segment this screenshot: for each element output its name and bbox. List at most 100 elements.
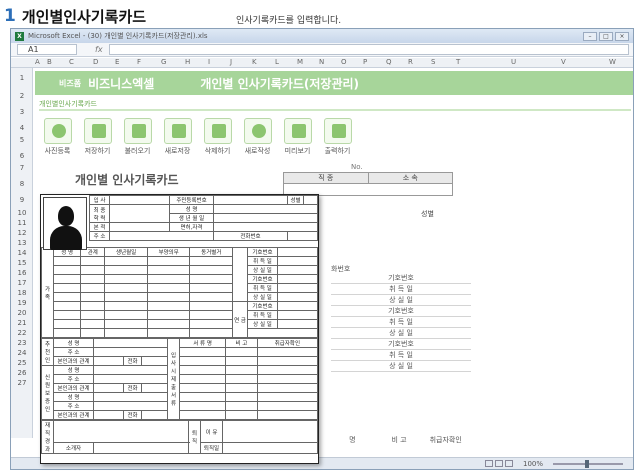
card-input-cell[interactable] xyxy=(93,356,124,366)
card-input-cell[interactable] xyxy=(93,392,168,402)
column-header-n[interactable]: N xyxy=(319,58,324,66)
column-header-p[interactable]: P xyxy=(363,58,367,66)
card-input-cell[interactable] xyxy=(141,383,168,393)
card-input-cell[interactable] xyxy=(104,283,148,293)
zoom-slider[interactable] xyxy=(553,460,623,468)
card-input-cell[interactable] xyxy=(141,356,168,366)
column-header-j[interactable]: J xyxy=(230,58,232,66)
card-input-cell[interactable] xyxy=(80,283,106,293)
column-header-v[interactable]: V xyxy=(561,58,566,66)
card-input-cell[interactable] xyxy=(104,328,148,338)
card-input-cell[interactable] xyxy=(52,301,82,311)
card-input-cell[interactable] xyxy=(277,310,318,320)
column-header-o[interactable]: O xyxy=(341,58,347,66)
card-input-cell[interactable] xyxy=(178,383,227,393)
column-header-e[interactable]: E xyxy=(115,58,119,66)
row-header-4[interactable]: 4 xyxy=(11,124,33,132)
row-header-7[interactable]: 7 xyxy=(11,164,33,172)
card-input-cell[interactable] xyxy=(104,256,148,266)
card-input-cell[interactable] xyxy=(189,265,234,275)
input-hire[interactable] xyxy=(109,195,170,205)
row-header-12[interactable]: 12 xyxy=(11,229,33,237)
card-input-cell[interactable] xyxy=(80,328,106,338)
card-input-cell[interactable] xyxy=(225,392,258,402)
row-header-21[interactable]: 21 xyxy=(11,319,33,327)
card-input-cell[interactable] xyxy=(189,328,234,338)
card-input-cell[interactable] xyxy=(225,347,258,357)
card-input-cell[interactable] xyxy=(225,401,258,411)
column-header-h[interactable]: H xyxy=(185,58,190,66)
card-input-cell[interactable] xyxy=(52,256,82,266)
card-input-cell[interactable] xyxy=(277,265,318,275)
row-header-18[interactable]: 18 xyxy=(11,289,33,297)
column-header-m[interactable]: M xyxy=(297,58,303,66)
card-input-cell[interactable] xyxy=(189,256,234,266)
card-input-cell[interactable] xyxy=(222,420,318,443)
card-input-cell[interactable] xyxy=(256,410,318,420)
card-input-cell[interactable] xyxy=(189,292,234,302)
card-input-cell[interactable] xyxy=(52,283,82,293)
card-input-cell[interactable] xyxy=(80,265,106,275)
input-origin[interactable] xyxy=(109,222,170,232)
toolbar-button-4[interactable]: 새로저장 xyxy=(159,118,196,160)
input-phone[interactable] xyxy=(287,231,318,241)
card-input-cell[interactable] xyxy=(93,383,124,393)
card-input-cell[interactable] xyxy=(104,265,148,275)
card-input-cell[interactable] xyxy=(93,442,189,454)
input-education[interactable] xyxy=(109,204,170,223)
card-input-cell[interactable] xyxy=(80,310,106,320)
column-header-s[interactable]: S xyxy=(431,58,435,66)
card-input-cell[interactable] xyxy=(146,292,191,302)
card-input-cell[interactable] xyxy=(80,319,106,329)
row-header-5[interactable]: 5 xyxy=(11,136,33,144)
input-name[interactable] xyxy=(213,204,318,214)
row-header-8[interactable]: 8 xyxy=(11,180,33,188)
row-header-23[interactable]: 23 xyxy=(11,339,33,347)
name-box[interactable]: A1 xyxy=(17,44,77,55)
row-header-11[interactable]: 11 xyxy=(11,219,33,227)
column-header-b[interactable]: B xyxy=(47,58,52,66)
column-header-c[interactable]: C xyxy=(69,58,74,66)
card-input-cell[interactable] xyxy=(104,301,148,311)
card-input-cell[interactable] xyxy=(178,392,227,402)
column-header-u[interactable]: U xyxy=(511,58,516,66)
card-input-cell[interactable] xyxy=(225,356,258,366)
zoom-slider-handle[interactable] xyxy=(585,460,589,468)
card-input-cell[interactable] xyxy=(178,374,227,384)
card-input-cell[interactable] xyxy=(189,274,234,284)
page-break-icon[interactable] xyxy=(505,460,513,467)
card-input-cell[interactable] xyxy=(247,328,318,338)
row-header-13[interactable]: 13 xyxy=(11,239,33,247)
card-input-cell[interactable] xyxy=(225,365,258,375)
row-header-9[interactable]: 9 xyxy=(11,196,33,204)
card-input-cell[interactable] xyxy=(52,292,82,302)
column-header-g[interactable]: G xyxy=(161,58,166,66)
card-input-cell[interactable] xyxy=(104,319,148,329)
card-input-cell[interactable] xyxy=(178,410,227,420)
card-input-cell[interactable] xyxy=(256,347,318,357)
row-header-22[interactable]: 22 xyxy=(11,329,33,337)
card-input-cell[interactable] xyxy=(141,410,168,420)
card-input-cell[interactable] xyxy=(225,374,258,384)
input-address[interactable] xyxy=(109,231,214,241)
card-input-cell[interactable] xyxy=(189,283,234,293)
card-input-cell[interactable] xyxy=(225,410,258,420)
card-input-cell[interactable] xyxy=(225,383,258,393)
card-input-cell[interactable] xyxy=(189,301,234,311)
card-input-cell[interactable] xyxy=(277,319,318,329)
normal-view-icon[interactable] xyxy=(485,460,493,467)
card-input-cell[interactable] xyxy=(146,301,191,311)
card-input-cell[interactable] xyxy=(178,356,227,366)
row-header-6[interactable]: 6 xyxy=(11,152,33,160)
row-header-17[interactable]: 17 xyxy=(11,279,33,287)
card-input-cell[interactable] xyxy=(146,274,191,284)
toolbar-button-1[interactable]: 사진등록 xyxy=(39,118,76,160)
card-input-cell[interactable] xyxy=(256,365,318,375)
card-input-cell[interactable] xyxy=(189,319,234,329)
close-icon[interactable]: × xyxy=(615,31,629,41)
toolbar-button-8[interactable]: 출력하기 xyxy=(319,118,356,160)
card-input-cell[interactable] xyxy=(52,265,82,275)
card-input-cell[interactable] xyxy=(146,265,191,275)
card-input-cell[interactable] xyxy=(277,292,318,302)
toolbar-button-3[interactable]: 불러오기 xyxy=(119,118,156,160)
